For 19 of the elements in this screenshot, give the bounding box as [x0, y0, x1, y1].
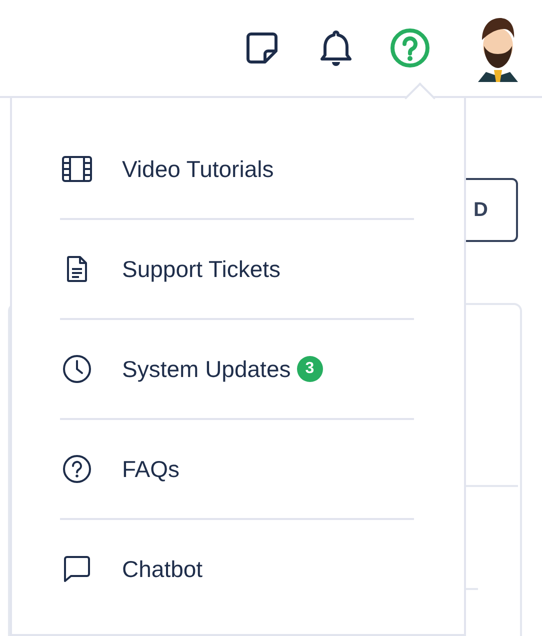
document-icon [66, 255, 88, 283]
menu-item-label: Support Tickets [122, 256, 281, 282]
question-icon [62, 454, 92, 484]
film-icon [61, 155, 93, 183]
menu-item[interactable]: Video Tutorials [60, 120, 414, 220]
chat-bubble-icon [62, 555, 92, 583]
bell-icon [318, 28, 354, 68]
sticky-note-icon [244, 30, 280, 66]
count-badge: 3 [296, 356, 323, 382]
menu-item-label: System Updates [122, 356, 291, 382]
menu-item[interactable]: Chatbot [60, 520, 414, 618]
menu-item-label: Video Tutorials [122, 156, 274, 182]
menu-item[interactable]: Support Tickets [60, 220, 414, 320]
menu-item[interactable]: System Updates 3 [60, 320, 414, 420]
help-icon [390, 28, 430, 68]
menu-item-label: FAQs [122, 456, 180, 482]
menu-item-label: Chatbot [122, 556, 203, 582]
menu-item[interactable]: FAQs [60, 420, 414, 520]
clock-icon [62, 354, 92, 384]
